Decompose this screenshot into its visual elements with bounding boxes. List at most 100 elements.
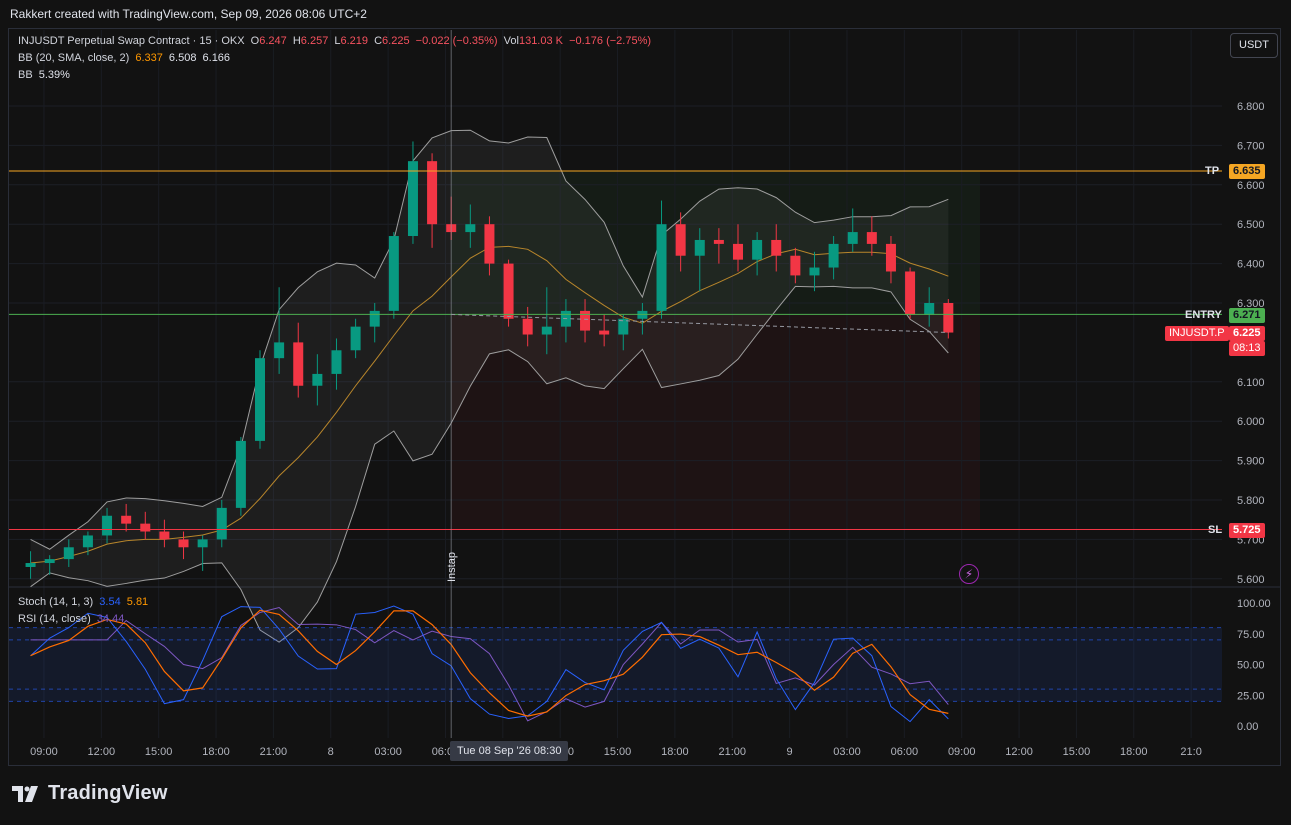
volume-value: 131.03 K [518,35,563,47]
candle-body [216,507,227,540]
candle-body [866,232,877,244]
stoch-band-fill [9,627,1222,702]
symbol-price-tag: INJUSDT.P [1165,326,1229,341]
stoch-label: Stoch (14, 1, 3) [18,596,94,608]
rsi-label: RSI (14, close) [18,613,91,625]
bbw-label: BB [18,69,33,81]
time-tick-label: 8 [328,746,334,758]
candle-body [541,326,552,335]
bb-label: BB (20, SMA, close, 2) [18,52,130,64]
crosshair-time-label: Tue 08 Sep '26 08:30 [450,741,569,761]
candle-body [388,236,399,311]
bb-legend[interactable]: BB (20, SMA, close, 2) 6.337 6.508 6.166 [18,52,233,64]
time-tick-label: 18:00 [1120,746,1148,758]
bbw-legend[interactable]: BB 5.39% [18,69,73,81]
candle-body [331,350,342,374]
candle-body [599,330,610,335]
open-value: 6.247 [259,35,287,47]
symbol-legend[interactable]: INJUSDT Perpetual Swap Contract · 15 · O… [18,35,654,47]
last-price-tag: 6.225 [1229,326,1265,341]
candle-body [675,224,686,256]
osc-tick-label: 25.00 [1237,690,1265,702]
candle-body [293,342,304,386]
low-label: L [334,35,341,47]
candle-body [905,271,916,315]
time-tick-label: 03:00 [374,746,402,758]
tp-label: TP [1205,165,1220,177]
tradingview-logo-icon [12,785,38,802]
candle-body [312,373,323,386]
time-tick-label: 09:00 [948,746,976,758]
close-label: C [374,35,383,47]
candle-body [580,310,591,331]
time-tick-label: 15:00 [145,746,173,758]
price-tick-label: 6.000 [1237,416,1265,428]
bb-mid-value: 6.337 [135,52,163,64]
candle-body [63,547,74,560]
candle-body [102,515,113,536]
oscillator-pane [9,605,1222,723]
candle-body [121,515,132,524]
candle-body [924,303,935,315]
time-tick-label: 12:00 [88,746,116,758]
countdown-tag: 08:13 [1229,341,1265,356]
price-tick-label: 6.700 [1237,140,1265,152]
time-tick-label: 15:00 [1063,746,1091,758]
candle-body [790,255,801,276]
lightning-icon[interactable]: ⚡ [959,564,979,584]
bb-upper-value: 6.508 [168,52,197,64]
price-tick-label: 5.600 [1237,574,1265,586]
volume-label: Vol [503,35,519,47]
candle-body [159,531,170,540]
candle-body [522,318,533,335]
osc-tick-label: 100.00 [1237,598,1271,610]
price-tick-label: 6.100 [1237,377,1265,389]
candle-body [847,232,858,244]
time-tick-label: 9 [787,746,793,758]
candle-body [943,303,954,333]
candle-body [82,535,93,548]
currency-unit-button[interactable]: USDT [1230,33,1278,58]
time-tick-label: 18:00 [202,746,230,758]
price-chart[interactable]: 6.8006.7006.6006.5006.4006.3006.1006.000… [0,0,1291,825]
high-value: 6.257 [300,35,329,47]
price-tick-label: 6.500 [1237,219,1265,231]
osc-tick-label: 50.00 [1237,660,1265,672]
entry-price-tag: 6.271 [1229,308,1265,323]
bb-lower-value: 6.166 [202,52,231,64]
open-label: O [250,35,260,47]
time-tick-label: 21:00 [718,746,746,758]
candle-body [733,243,743,260]
time-tick-label: 21:0 [1180,746,1201,758]
candle-body [350,326,361,351]
tradingview-brand[interactable]: TradingView [12,782,168,805]
close-value: 6.225 [382,35,410,47]
candle-body [178,539,189,548]
candle-body [503,263,514,319]
tp-price-tag: 6.635 [1229,164,1265,179]
time-tick-label: 03:00 [833,746,861,758]
low-value: 6.219 [340,35,369,47]
candle-body [197,539,208,548]
entry-label: ENTRY [1185,309,1222,321]
time-tick-label: 15:00 [604,746,632,758]
stoch-k-value: 3.54 [99,596,121,608]
symbol-title: INJUSDT Perpetual Swap Contract · 15 · O… [18,35,245,47]
candle-body [713,239,724,244]
time-tick-label: 12:00 [1005,746,1033,758]
candle-body [828,243,839,268]
candle-body [274,342,285,359]
time-tick-label: 18:00 [661,746,689,758]
candle-body [44,559,55,564]
bbw-value: 5.39% [38,69,70,81]
price-tick-label: 6.800 [1237,101,1265,113]
rsi-value: 34.44 [96,613,125,625]
instap-label: Instap [446,552,458,582]
high-label: H [292,35,301,47]
candle-body [25,563,36,567]
price-tick-label: 6.400 [1237,259,1265,271]
volume-change-value: −0.176 (−2.75%) [569,35,652,47]
stoch-legend[interactable]: Stoch (14, 1, 3) 3.54 5.81 [18,596,151,608]
rsi-legend[interactable]: RSI (14, close) 34.44 [18,613,127,625]
sl-price-tag: 5.725 [1229,523,1265,538]
